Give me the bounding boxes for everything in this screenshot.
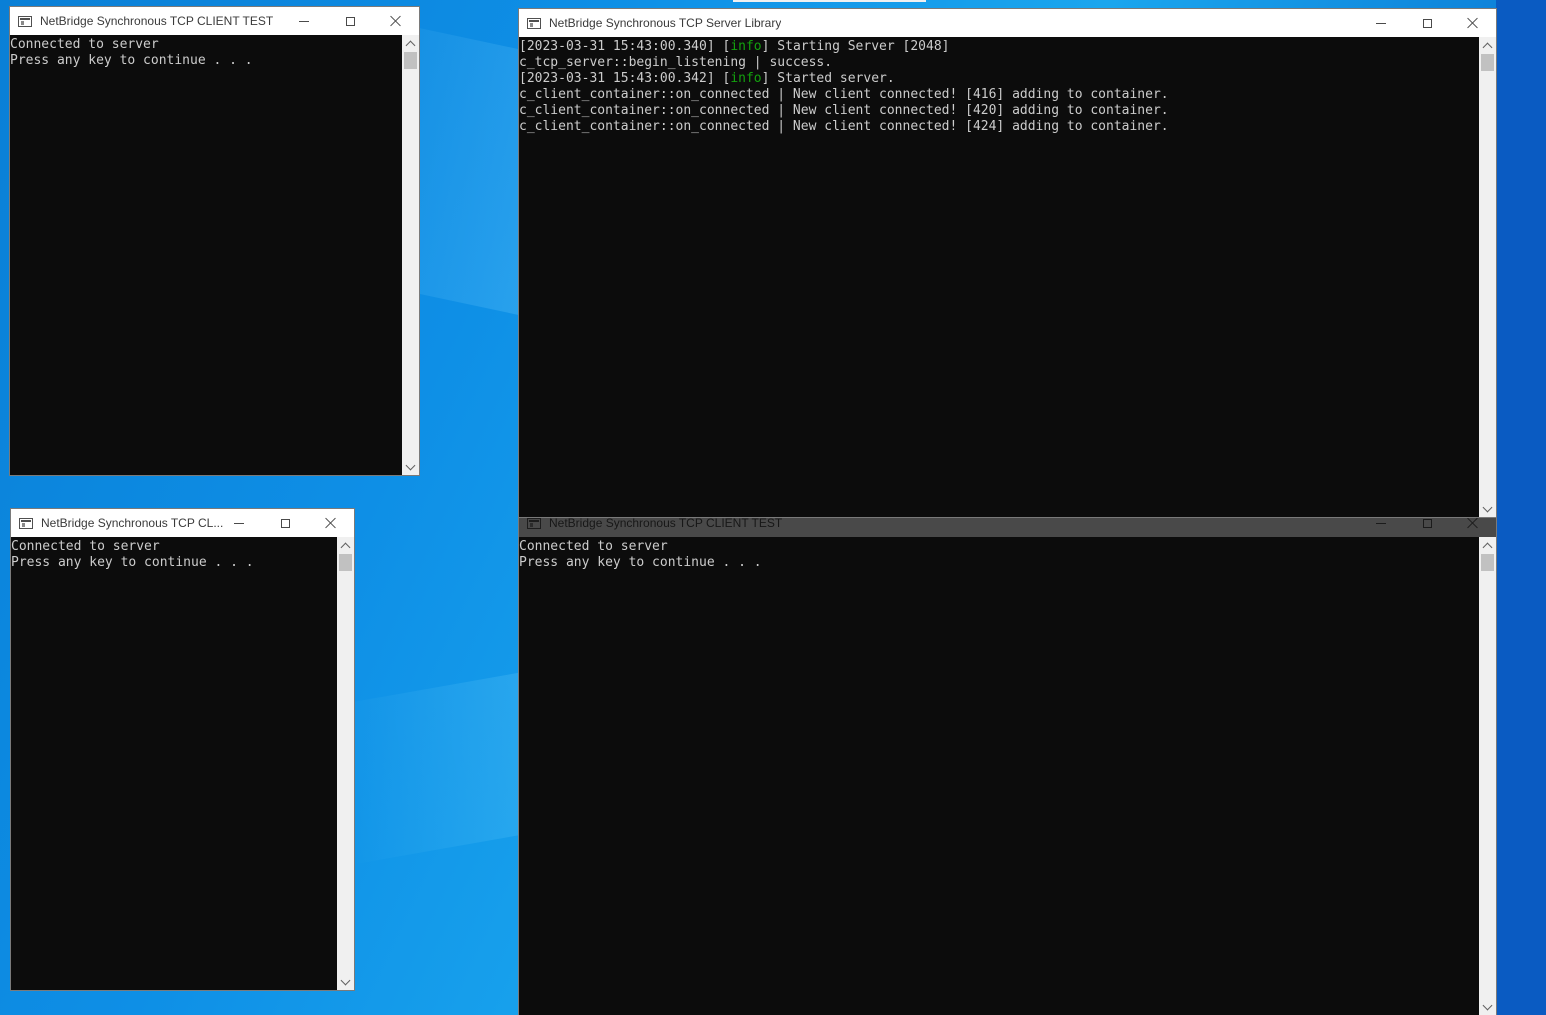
chevron-up-icon [340, 542, 351, 552]
vertical-scrollbar[interactable] [1479, 37, 1496, 517]
console-window-icon[interactable] [18, 15, 32, 27]
console-line: Press any key to continue . . . [11, 555, 254, 570]
scrollbar-thumb[interactable] [404, 52, 417, 69]
window-title: NetBridge Synchronous TCP CLIENT TEST [40, 14, 274, 28]
title-bar[interactable]: NetBridge Synchronous TCP CL... [11, 509, 354, 537]
maximize-icon [1422, 518, 1432, 528]
scrollbar-thumb[interactable] [339, 554, 352, 571]
client-console-window-1[interactable]: NetBridge Synchronous TCP CLIENT TEST Co… [9, 6, 420, 476]
scroll-down-button[interactable] [1479, 998, 1496, 1015]
console-line: Connected to server [519, 539, 668, 554]
window-edge [733, 0, 926, 2]
console-output[interactable]: [2023-03-31 15:43:00.340] [info] Startin… [519, 37, 1479, 517]
window-controls [281, 7, 419, 35]
vertical-scrollbar[interactable] [1479, 537, 1496, 1015]
log-line: [2023-03-31 15:43:00.340] [info] Startin… [519, 39, 950, 54]
close-button[interactable] [1450, 9, 1496, 37]
console-output[interactable]: Connected to server Press any key to con… [519, 537, 1479, 1015]
log-line: c_tcp_server::begin_listening | success. [519, 55, 833, 70]
scrollbar-thumb[interactable] [1481, 54, 1494, 71]
chevron-down-icon [1482, 502, 1493, 512]
close-button[interactable] [373, 7, 419, 35]
window-controls [1358, 9, 1496, 37]
log-line: [2023-03-31 15:43:00.342] [info] Started… [519, 71, 895, 86]
scroll-down-button[interactable] [337, 973, 354, 990]
console-line: Connected to server [11, 539, 160, 554]
scroll-down-button[interactable] [1479, 500, 1496, 517]
window-title: NetBridge Synchronous TCP Server Library [549, 16, 782, 30]
wallpaper-edge [1496, 0, 1546, 1015]
minimize-icon [234, 522, 244, 524]
client-console-window-3[interactable]: NetBridge Synchronous TCP CLIENT TEST Co… [518, 508, 1497, 1015]
close-icon [1467, 517, 1479, 529]
chevron-up-icon [405, 40, 416, 50]
log-line: c_client_container::on_connected | New c… [519, 87, 1169, 102]
close-icon [1467, 17, 1479, 29]
chevron-up-icon [1482, 42, 1493, 52]
chevron-up-icon [1482, 542, 1493, 552]
vertical-scrollbar[interactable] [337, 537, 354, 990]
chevron-down-icon [1482, 1000, 1493, 1010]
window-controls [216, 509, 354, 537]
console-window-icon[interactable] [527, 517, 541, 529]
maximize-button[interactable] [327, 7, 373, 35]
title-bar[interactable]: NetBridge Synchronous TCP Server Library [519, 9, 1496, 37]
scroll-up-button[interactable] [337, 537, 354, 554]
maximize-icon [1422, 18, 1432, 28]
scroll-up-button[interactable] [1479, 37, 1496, 54]
close-button[interactable] [308, 509, 354, 537]
chevron-down-icon [405, 460, 416, 470]
console-window-icon[interactable] [19, 517, 33, 529]
maximize-button[interactable] [262, 509, 308, 537]
maximize-icon [280, 518, 290, 528]
scroll-down-button[interactable] [402, 458, 419, 475]
scroll-up-button[interactable] [402, 35, 419, 52]
scroll-up-button[interactable] [1479, 537, 1496, 554]
minimize-button[interactable] [281, 7, 327, 35]
client-console-window-2[interactable]: NetBridge Synchronous TCP CL... Connecte… [10, 508, 355, 991]
log-level: info [730, 71, 762, 86]
minimize-button[interactable] [1358, 9, 1404, 37]
log-line: c_client_container::on_connected | New c… [519, 103, 1169, 118]
scrollbar-thumb[interactable] [1481, 554, 1494, 571]
console-line: Connected to server [10, 37, 159, 52]
console-line: Press any key to continue . . . [519, 555, 762, 570]
chevron-down-icon [340, 975, 351, 985]
title-bar[interactable]: NetBridge Synchronous TCP CLIENT TEST [10, 7, 419, 35]
close-icon [325, 517, 337, 529]
log-level: info [730, 39, 762, 54]
console-output[interactable]: Connected to server Press any key to con… [10, 35, 402, 475]
maximize-icon [345, 16, 355, 26]
window-title: NetBridge Synchronous TCP CLIENT TEST [549, 516, 783, 530]
minimize-icon [1376, 22, 1386, 24]
vertical-scrollbar[interactable] [402, 35, 419, 475]
console-output[interactable]: Connected to server Press any key to con… [11, 537, 337, 990]
log-line: c_client_container::on_connected | New c… [519, 119, 1169, 134]
close-icon [390, 15, 402, 27]
console-window-icon[interactable] [527, 17, 541, 29]
maximize-button[interactable] [1404, 9, 1450, 37]
minimize-button[interactable] [216, 509, 262, 537]
server-console-window[interactable]: NetBridge Synchronous TCP Server Library… [518, 8, 1497, 518]
minimize-icon [299, 20, 309, 22]
minimize-icon [1376, 522, 1386, 524]
window-title: NetBridge Synchronous TCP CL... [41, 516, 224, 530]
console-line: Press any key to continue . . . [10, 53, 253, 68]
